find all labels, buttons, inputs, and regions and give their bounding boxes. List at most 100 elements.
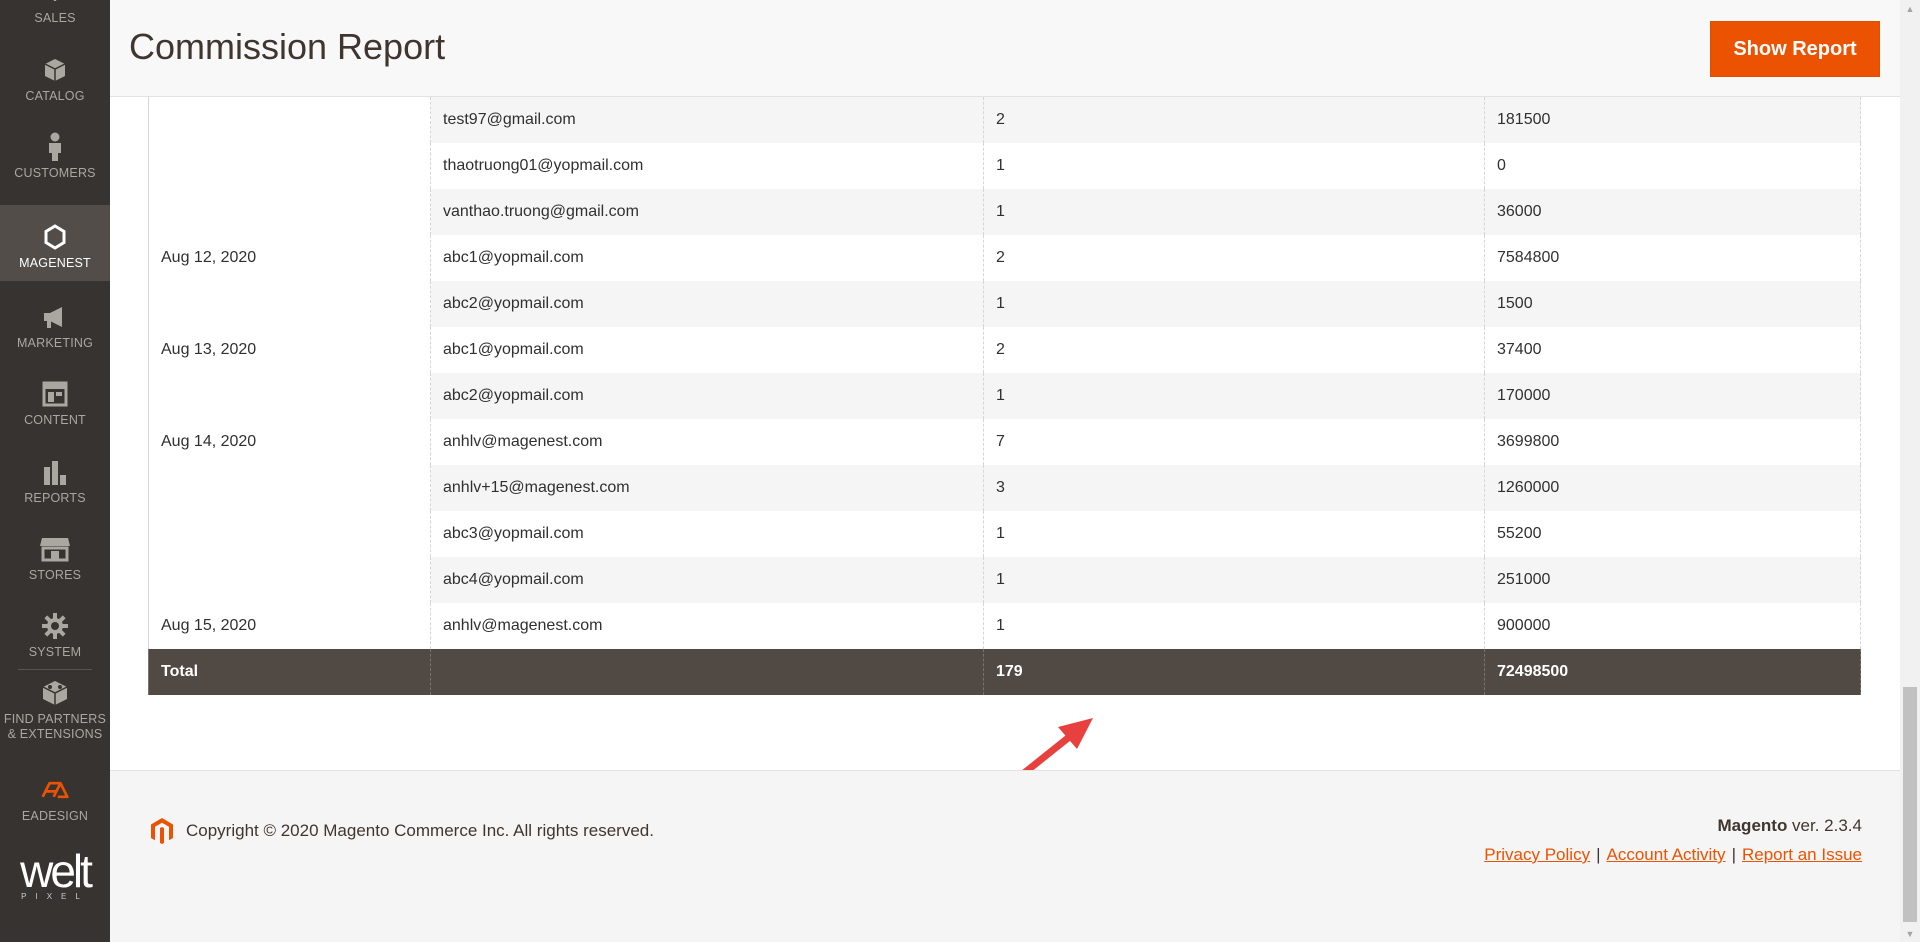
cell-orders: 1 xyxy=(983,557,1485,603)
table-row: test97@gmail.com 2 181500 xyxy=(148,97,1861,143)
cell-date xyxy=(148,373,431,419)
admin-sidebar: SALES CATALOG CUSTOMERS MAGENEST MARKETI… xyxy=(0,0,110,942)
nav-magenest-label: MAGENEST xyxy=(19,256,91,270)
table-row: anhlv+15@magenest.com 3 1260000 xyxy=(148,465,1861,511)
nav-sales-label: SALES xyxy=(34,11,76,25)
cell-orders: 3 xyxy=(983,465,1485,511)
cell-orders: 1 xyxy=(983,511,1485,557)
cell-amount: 36000 xyxy=(1484,189,1861,235)
nav-reports[interactable]: REPORTS xyxy=(0,440,110,516)
cell-amount: 0 xyxy=(1484,143,1861,189)
nav-marketing[interactable]: MARKETING xyxy=(0,285,110,361)
total-email xyxy=(430,649,984,695)
cell-orders: 1 xyxy=(983,281,1485,327)
nav-content[interactable]: CONTENT xyxy=(0,362,110,438)
cell-orders: 7 xyxy=(983,419,1485,465)
table-row: Aug 12, 2020 abc1@yopmail.com 2 7584800 xyxy=(148,235,1861,281)
scroll-up-arrow-icon[interactable]: ▲ xyxy=(1900,0,1920,17)
cell-amount: 55200 xyxy=(1484,511,1861,557)
total-label: Total xyxy=(148,649,431,695)
cell-email: abc2@yopmail.com xyxy=(430,281,984,327)
cell-orders: 2 xyxy=(983,327,1485,373)
layout-icon xyxy=(40,379,70,409)
nav-catalog[interactable]: CATALOG xyxy=(0,38,110,114)
cell-orders: 1 xyxy=(983,373,1485,419)
total-row: Total 179 72498500 xyxy=(148,649,1861,695)
welt-pixel-logo: welt PIXEL xyxy=(0,848,110,901)
cell-email: test97@gmail.com xyxy=(430,97,984,143)
cell-amount: 900000 xyxy=(1484,603,1861,649)
nav-customers-label: CUSTOMERS xyxy=(14,166,96,180)
cell-orders: 1 xyxy=(983,143,1485,189)
cell-orders: 2 xyxy=(983,97,1485,143)
cell-orders: 2 xyxy=(983,235,1485,281)
dollar-icon xyxy=(40,0,70,7)
cell-date xyxy=(148,97,431,143)
show-report-button[interactable]: Show Report xyxy=(1710,21,1880,77)
nav-reports-label: REPORTS xyxy=(24,491,86,505)
cell-email: vanthao.truong@gmail.com xyxy=(430,189,984,235)
total-amount: 72498500 xyxy=(1484,649,1861,695)
account-activity-link[interactable]: Account Activity xyxy=(1607,845,1726,864)
cell-date xyxy=(148,281,431,327)
nav-marketing-label: MARKETING xyxy=(16,336,94,350)
nav-stores-label: STORES xyxy=(28,568,82,582)
cell-amount: 3699800 xyxy=(1484,419,1861,465)
page-scrollbar[interactable]: ▲ ▼ xyxy=(1900,0,1920,942)
table-row: thaotruong01@yopmail.com 1 0 xyxy=(148,143,1861,189)
page-footer: Copyright © 2020 Magento Commerce Inc. A… xyxy=(110,770,1900,942)
scroll-down-arrow-icon[interactable]: ▼ xyxy=(1900,925,1920,942)
cell-email: anhlv@magenest.com xyxy=(430,419,984,465)
cell-date: Aug 14, 2020 xyxy=(148,419,431,465)
report-issue-link[interactable]: Report an Issue xyxy=(1742,845,1862,864)
table-row: Aug 14, 2020 anhlv@magenest.com 7 3699800 xyxy=(148,419,1861,465)
magento-version: Magento ver. 2.3.4 xyxy=(1717,816,1862,836)
footer-links: Privacy Policy | Account Activity | Report a… xyxy=(1484,845,1862,865)
welt-logo-text: welt xyxy=(20,845,93,897)
cell-orders: 1 xyxy=(983,189,1485,235)
nav-find-partners[interactable]: FIND PARTNERS & EXTENSIONS xyxy=(0,672,110,752)
cell-amount: 7584800 xyxy=(1484,235,1861,281)
cell-email: abc4@yopmail.com xyxy=(430,557,984,603)
storefront-icon xyxy=(40,534,70,564)
table-row: vanthao.truong@gmail.com 1 36000 xyxy=(148,189,1861,235)
link-separator: | xyxy=(1596,845,1601,864)
cell-date xyxy=(148,557,431,603)
nav-eadesign[interactable]: EADESIGN xyxy=(0,758,110,834)
sidebar-divider xyxy=(18,669,92,670)
cell-date xyxy=(148,143,431,189)
privacy-policy-link[interactable]: Privacy Policy xyxy=(1484,845,1590,864)
cell-email: abc3@yopmail.com xyxy=(430,511,984,557)
nav-magenest[interactable]: MAGENEST xyxy=(0,205,110,281)
nav-system[interactable]: SYSTEM xyxy=(0,594,110,670)
cell-amount: 37400 xyxy=(1484,327,1861,373)
nav-stores[interactable]: STORES xyxy=(0,517,110,593)
cell-email: anhlv@magenest.com xyxy=(430,603,984,649)
person-icon xyxy=(40,132,70,162)
cell-amount: 170000 xyxy=(1484,373,1861,419)
cell-amount: 1500 xyxy=(1484,281,1861,327)
eadesign-logo-icon xyxy=(40,775,70,805)
cell-date xyxy=(148,189,431,235)
table-row: abc3@yopmail.com 1 55200 xyxy=(148,511,1861,557)
megaphone-icon xyxy=(40,302,70,332)
cell-email: abc1@yopmail.com xyxy=(430,327,984,373)
copyright: Copyright © 2020 Magento Commerce Inc. A… xyxy=(148,816,654,846)
magento-brand: Magento xyxy=(1717,816,1788,835)
link-separator: | xyxy=(1731,845,1736,864)
nav-system-label: SYSTEM xyxy=(28,645,82,659)
table-row: abc2@yopmail.com 1 170000 xyxy=(148,373,1861,419)
table-row: abc2@yopmail.com 1 1500 xyxy=(148,281,1861,327)
cell-date: Aug 15, 2020 xyxy=(148,603,431,649)
copyright-text: Copyright © 2020 Magento Commerce Inc. A… xyxy=(186,821,654,840)
nav-sales[interactable]: SALES xyxy=(0,0,110,36)
page-header: Commission Report Show Report xyxy=(110,0,1900,97)
cell-date xyxy=(148,465,431,511)
page-title: Commission Report xyxy=(129,26,446,67)
cell-email: abc2@yopmail.com xyxy=(430,373,984,419)
cell-email: thaotruong01@yopmail.com xyxy=(430,143,984,189)
blocks-icon xyxy=(40,678,70,708)
nav-customers[interactable]: CUSTOMERS xyxy=(0,115,110,191)
scrollbar-thumb[interactable] xyxy=(1903,687,1917,922)
nav-eadesign-label: EADESIGN xyxy=(21,809,89,823)
